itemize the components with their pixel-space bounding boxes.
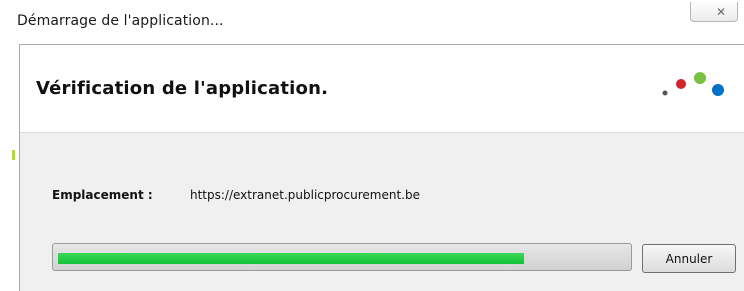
header-title: Vérification de l'application. bbox=[36, 78, 329, 99]
location-url: https://extranet.publicprocurement.be bbox=[190, 188, 420, 202]
dialog-header: Vérification de l'application. bbox=[20, 45, 744, 132]
window-title: Démarrage de l'application... bbox=[17, 13, 224, 29]
background-window-accent bbox=[12, 150, 15, 160]
close-icon: ✕ bbox=[715, 4, 727, 19]
close-button[interactable]: ✕ bbox=[690, 2, 738, 22]
progress-fill bbox=[58, 253, 524, 264]
dialog-window: Démarrage de l'application... ✕ Vérifica… bbox=[0, 0, 744, 291]
cancel-button[interactable]: Annuler bbox=[642, 244, 736, 273]
title-bar: Démarrage de l'application... ✕ bbox=[0, 0, 744, 44]
progress-bar bbox=[52, 243, 632, 271]
location-label: Emplacement : bbox=[52, 188, 153, 202]
java-dots-logo-icon bbox=[662, 72, 724, 96]
